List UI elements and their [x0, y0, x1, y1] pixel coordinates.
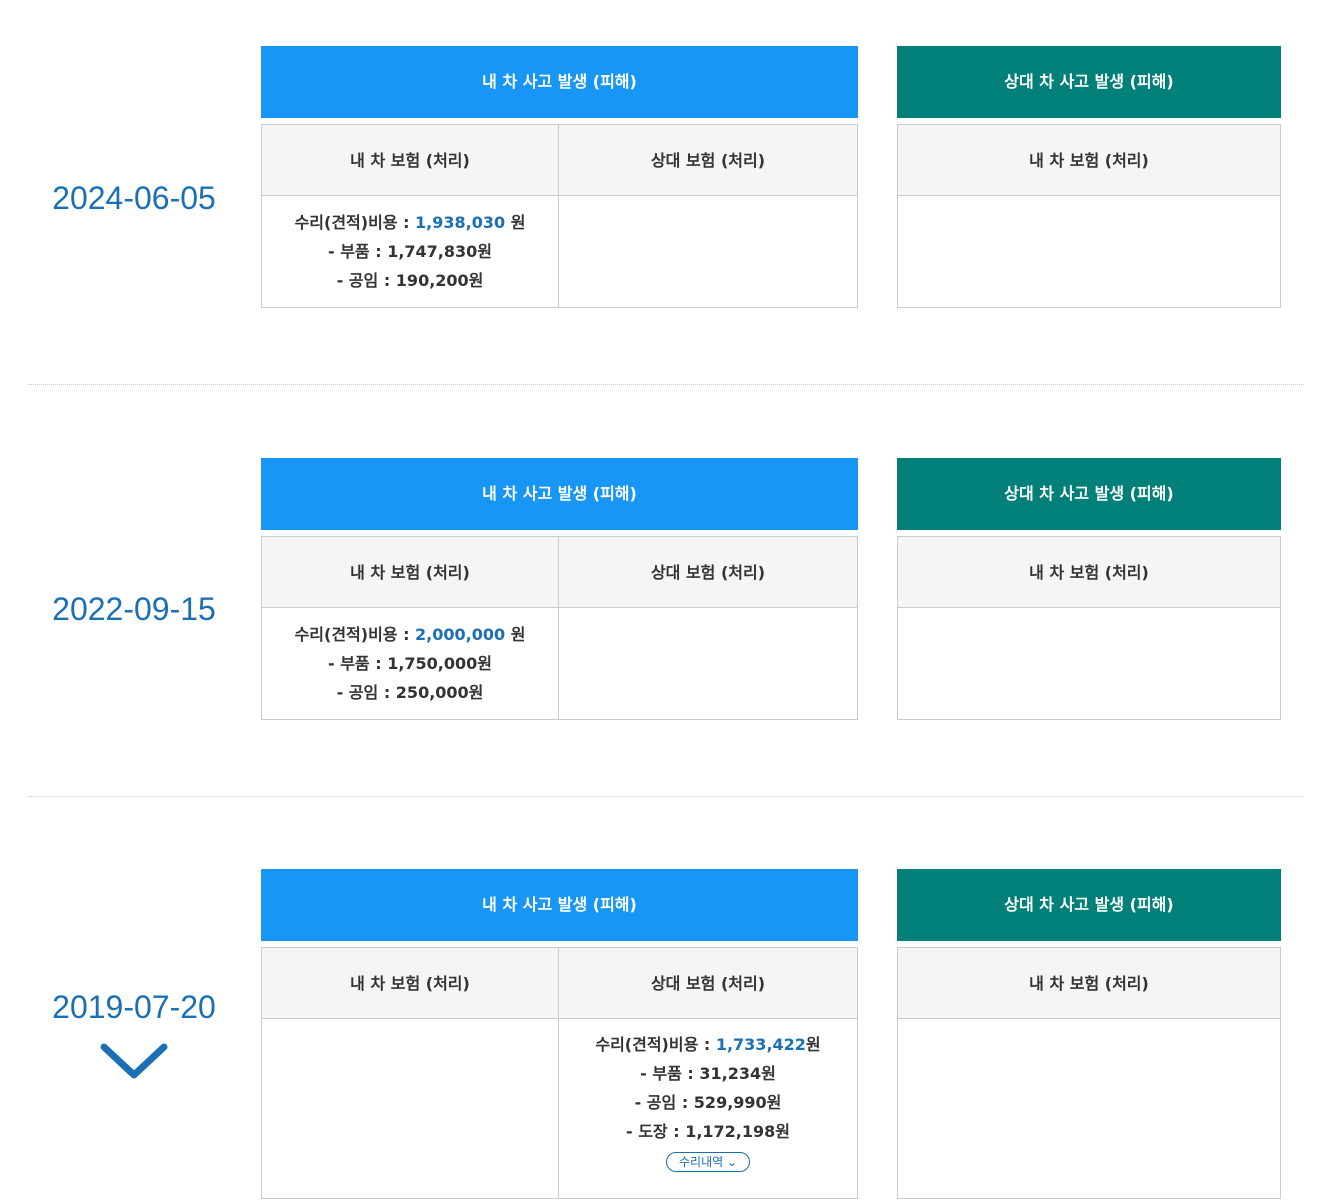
my-insurance-header: 내 차 보험 (처리)	[261, 124, 559, 196]
labor-line: - 공임 : 190,200원	[336, 271, 484, 290]
record-divider	[28, 796, 1304, 797]
my-insurance-cell	[261, 1018, 559, 1199]
repair-history-button[interactable]: 수리내역 ⌄	[665, 1152, 751, 1172]
my-insurance-cell	[897, 1018, 1281, 1199]
repair-cost-value: 2,000,000	[415, 625, 506, 644]
repair-cost-line: 수리(견적)비용 : 1,733,422원	[595, 1035, 821, 1054]
repair-cost-line: 수리(견적)비용 : 1,938,030 원	[294, 213, 526, 232]
other-insurance-header: 상대 보험 (처리)	[558, 947, 858, 1019]
other-accident-header: 상대 차 사고 발생 (피해)	[897, 869, 1281, 941]
chevron-down-icon[interactable]	[100, 1041, 168, 1081]
paint-line: - 도장 : 1,172,198원	[625, 1122, 791, 1141]
labor-line: - 공임 : 529,990원	[634, 1093, 782, 1112]
repair-cost-line: 수리(견적)비용 : 2,000,000 원	[294, 625, 526, 644]
accident-date: 2019-07-20	[52, 989, 216, 1025]
parts-line: - 부품 : 1,750,000원	[327, 654, 493, 673]
other-insurance-cell	[558, 195, 858, 308]
my-insurance-cell	[897, 607, 1281, 720]
accident-date: 2022-09-15	[52, 591, 216, 627]
accident-record: 2022-09-15 내 차 사고 발생 (피해) 내 차 보험 (처리) 상대…	[0, 458, 1324, 720]
accident-record: 2024-06-05 내 차 사고 발생 (피해) 내 차 보험 (처리) 상대…	[0, 46, 1324, 308]
my-insurance-header: 내 차 보험 (처리)	[897, 536, 1281, 608]
my-insurance-header: 내 차 보험 (처리)	[897, 947, 1281, 1019]
other-insurance-cell: 수리(견적)비용 : 1,733,422원 - 부품 : 31,234원 - 공…	[558, 1018, 858, 1199]
accident-record: 2019-07-20 내 차 사고 발생 (피해) 내 차 보험 (처리) 상대…	[0, 869, 1324, 1200]
other-insurance-cell	[558, 607, 858, 720]
my-insurance-cell: 수리(견적)비용 : 1,938,030 원 - 부품 : 1,747,830원…	[261, 195, 559, 308]
other-accident-header: 상대 차 사고 발생 (피해)	[897, 458, 1281, 530]
my-accident-header: 내 차 사고 발생 (피해)	[261, 46, 858, 118]
my-insurance-cell: 수리(견적)비용 : 2,000,000 원 - 부품 : 1,750,000원…	[261, 607, 559, 720]
my-insurance-header: 내 차 보험 (처리)	[897, 124, 1281, 196]
other-insurance-header: 상대 보험 (처리)	[558, 536, 858, 608]
my-accident-header: 내 차 사고 발생 (피해)	[261, 458, 858, 530]
repair-cost-value: 1,938,030	[415, 213, 506, 232]
my-accident-header: 내 차 사고 발생 (피해)	[261, 869, 858, 941]
my-insurance-header: 내 차 보험 (처리)	[261, 536, 559, 608]
other-insurance-header: 상대 보험 (처리)	[558, 124, 858, 196]
record-divider	[28, 384, 1304, 385]
my-insurance-cell	[897, 195, 1281, 308]
parts-line: - 부품 : 1,747,830원	[327, 242, 493, 261]
accident-date: 2024-06-05	[52, 180, 216, 216]
repair-cost-value: 1,733,422	[715, 1035, 806, 1054]
labor-line: - 공임 : 250,000원	[336, 683, 484, 702]
other-accident-header: 상대 차 사고 발생 (피해)	[897, 46, 1281, 118]
parts-line: - 부품 : 31,234원	[640, 1064, 776, 1083]
my-insurance-header: 내 차 보험 (처리)	[261, 947, 559, 1019]
